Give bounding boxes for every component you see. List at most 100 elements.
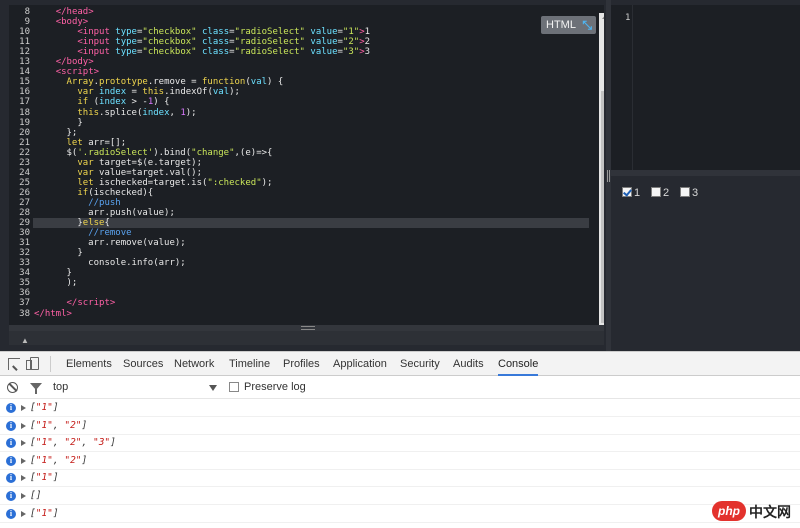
tab-sources[interactable]: Sources <box>123 352 163 376</box>
context-selector[interactable]: top <box>53 381 68 393</box>
code-line[interactable]: 12 <input type="checkbox" class="radioSe… <box>9 47 589 57</box>
code-line[interactable]: 20 }; <box>9 128 589 138</box>
console-message[interactable]: i ["1"] <box>0 470 800 488</box>
code-line[interactable]: 8 </head> <box>9 7 589 17</box>
line-number: 27 <box>19 197 30 208</box>
code-line[interactable]: 38 </html> <box>9 309 589 319</box>
console-message[interactable]: i ["1", "2", "3"] <box>0 435 800 453</box>
code-line[interactable]: 13 </body> <box>9 57 589 67</box>
lower-editor-strip[interactable]: ▲ <box>9 331 604 345</box>
preserve-log-label[interactable]: Preserve log <box>244 381 306 393</box>
line-number: 29 <box>19 218 30 229</box>
code-editor[interactable]: 8 </head> 9 <body> 10 <input type="checkbo… <box>9 5 604 325</box>
checkbox[interactable] <box>622 187 632 197</box>
tab-security[interactable]: Security <box>400 352 440 376</box>
line-number: 9 <box>24 17 30 28</box>
line-number: 15 <box>19 77 30 88</box>
code-text: </head> <box>55 7 94 17</box>
console-message[interactable]: i ["1", "2"] <box>0 418 800 435</box>
toolbar-divider <box>50 356 51 372</box>
code-line[interactable]: 37 </script> <box>9 298 589 308</box>
clear-console-icon[interactable] <box>7 382 18 393</box>
array-value: ["1"] <box>30 472 59 484</box>
code-line[interactable]: 11 <input type="checkbox" class="radioSe… <box>9 37 589 47</box>
code-line[interactable]: 19 } <box>9 118 589 128</box>
line-number: 16 <box>19 87 30 98</box>
console-message[interactable]: i ["1"] <box>0 400 800 417</box>
code-line[interactable]: 10 <input type="checkbox" class="radioSe… <box>9 27 589 37</box>
collapse-arrow-icon[interactable]: ▲ <box>21 336 29 345</box>
expand-triangle-icon[interactable] <box>21 457 26 464</box>
code-line[interactable]: 27 //push <box>9 198 589 208</box>
code-text: } <box>34 268 72 279</box>
code-line[interactable]: 30 //remove <box>9 228 589 238</box>
code-line[interactable]: 24 var value=target.val(); <box>9 168 589 178</box>
array-value: ["1"] <box>30 402 59 413</box>
code-text: arr.remove(value); <box>34 238 186 249</box>
code-text: </html> <box>34 308 72 319</box>
vertical-scrollbar[interactable] <box>599 13 604 325</box>
result-checkbox-3[interactable]: 3 <box>680 187 698 199</box>
html-language-button[interactable]: HTML ⤡ <box>541 16 596 34</box>
code-line[interactable]: 32 } <box>9 248 589 258</box>
expand-triangle-icon[interactable] <box>21 510 26 517</box>
code-text: <input type="checkbox" class="radioSelec… <box>77 47 371 58</box>
expand-triangle-icon[interactable] <box>21 440 26 447</box>
tab-application[interactable]: Application <box>333 352 387 376</box>
line-number: 10 <box>19 27 30 38</box>
info-icon: i <box>6 420 16 431</box>
code-line[interactable]: 26 if(ischecked){ <box>9 188 589 198</box>
code-line[interactable]: 16 var index = this.indexOf(val); <box>9 87 589 97</box>
tab-elements[interactable]: Elements <box>66 352 112 376</box>
scrollbar-thumb[interactable] <box>601 91 604 323</box>
console-message[interactable]: i ["1", "2"] <box>0 453 800 470</box>
code-text: }else{ <box>34 218 110 229</box>
preserve-log-checkbox[interactable] <box>229 382 239 392</box>
code-line[interactable]: 31 arr.remove(value); <box>9 238 589 248</box>
code-line[interactable]: 17 if (index > -1) { <box>9 97 589 107</box>
php-logo: php <box>712 501 746 521</box>
code-text: this.splice(index, 1); <box>77 107 197 118</box>
code-line[interactable]: 34 } <box>9 268 589 278</box>
code-text: var index = this.indexOf(val); <box>77 87 240 98</box>
code-line[interactable]: 29 }else{ <box>19 218 589 229</box>
code-line[interactable]: 18 this.splice(index, 1); <box>9 108 589 118</box>
code-playground: 8 </head> 9 <body> 10 <input type="checkbo… <box>0 0 800 351</box>
code-line[interactable]: 36 <box>9 288 589 298</box>
grip-icon <box>301 326 315 330</box>
device-toolbar-icon[interactable] <box>26 357 39 370</box>
gutter-separator <box>632 5 633 170</box>
code-text: if(ischecked){ <box>77 187 154 198</box>
code-line[interactable]: 9 <body> <box>9 17 589 27</box>
expand-triangle-icon[interactable] <box>21 475 26 482</box>
filter-icon[interactable] <box>30 383 42 394</box>
code-line[interactable]: 25 let ischecked=target.is(":checked"); <box>9 178 589 188</box>
chevron-down-icon[interactable] <box>209 385 217 391</box>
expand-triangle-icon[interactable] <box>21 422 26 429</box>
tab-audits[interactable]: Audits <box>453 352 484 376</box>
line-number: 19 <box>19 117 30 128</box>
code-line[interactable]: 28 arr.push(value); <box>9 208 589 218</box>
code-line[interactable]: 35 ); <box>9 278 589 288</box>
code-line[interactable]: 33 console.info(arr); <box>9 258 589 268</box>
code-line[interactable]: 21 let arr=[]; <box>9 138 589 148</box>
tab-timeline[interactable]: Timeline <box>229 352 270 376</box>
expand-triangle-icon[interactable] <box>21 493 26 499</box>
tab-console[interactable]: Console <box>498 352 539 376</box>
tab-profiles[interactable]: Profiles <box>283 352 320 376</box>
code-line[interactable]: 15 Array.prototype.remove = function(val… <box>9 77 589 87</box>
expand-triangle-icon[interactable] <box>21 405 26 411</box>
console-message[interactable]: i ["1"] <box>0 506 800 523</box>
css-editor[interactable]: 1 <box>611 5 800 170</box>
scroll-up-arrow-icon[interactable] <box>602 14 604 19</box>
code-line[interactable]: 22 $('.radioSelect').bind("change",(e)=>… <box>9 148 589 158</box>
tab-network[interactable]: Network <box>174 352 214 376</box>
code-line[interactable]: 14 <script> <box>9 67 589 77</box>
checkbox[interactable] <box>651 187 661 197</box>
result-checkbox-2[interactable]: 2 <box>651 187 669 199</box>
result-checkbox-1[interactable]: 1 <box>622 187 640 199</box>
checkbox[interactable] <box>680 187 690 197</box>
inspect-element-icon[interactable] <box>8 358 20 370</box>
code-line[interactable]: 23 var target=$(e.target); <box>9 158 589 168</box>
console-message[interactable]: i [] <box>0 488 800 505</box>
